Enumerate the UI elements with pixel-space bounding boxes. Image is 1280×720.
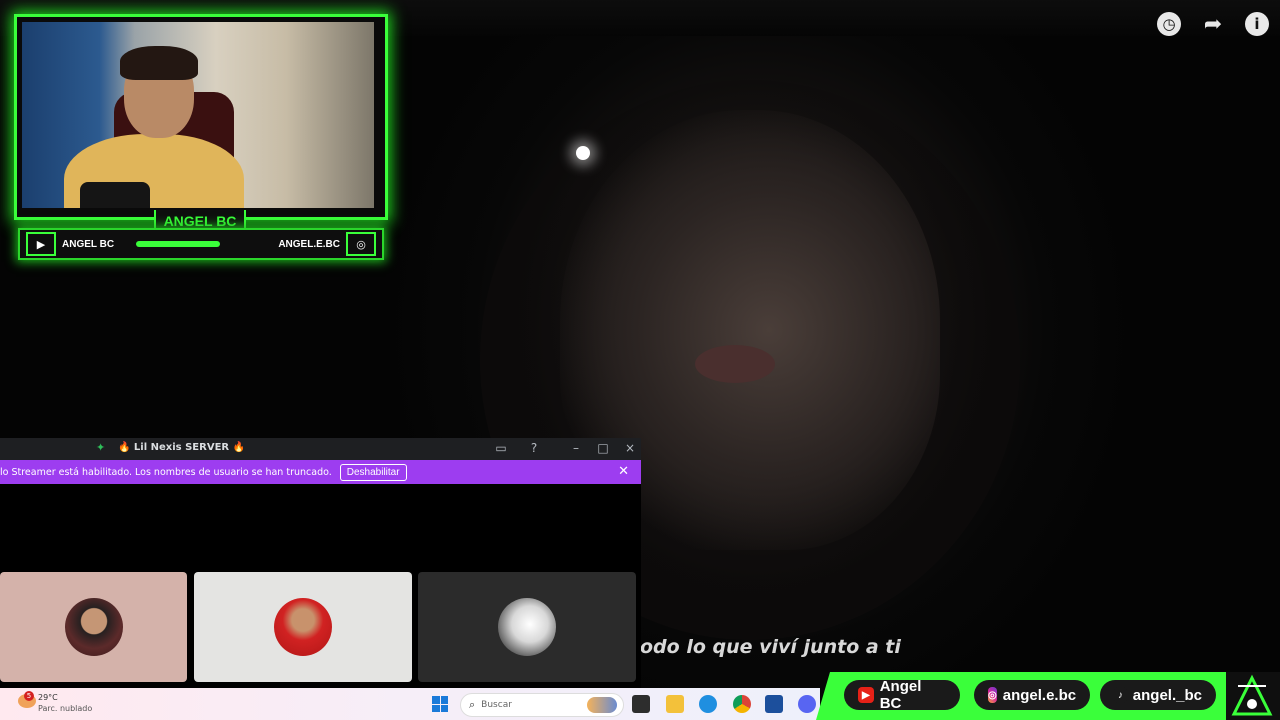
search-icon: ⌕	[469, 698, 476, 711]
social-tiktok: ♪ angel._bc	[1100, 680, 1216, 710]
watch-later-icon[interactable]: ◷	[1157, 12, 1181, 36]
participant-avatar	[498, 598, 556, 656]
disable-streamer-mode-button[interactable]: Deshabilitar	[339, 463, 407, 481]
windows-start-icon[interactable]	[432, 696, 448, 712]
weather-description[interactable]: Parc. nublado	[38, 704, 92, 713]
webcam-overlay: ANGEL BC ▶ ANGEL BC ANGEL.E.BC ◎	[14, 14, 388, 260]
social-instagram: ◎ angel.e.bc	[974, 680, 1090, 710]
close-icon[interactable]: ×	[620, 441, 640, 455]
share-icon[interactable]: ➦	[1201, 12, 1225, 37]
weather-temperature[interactable]: 29°C	[38, 693, 58, 702]
instagram-icon: ◎	[346, 232, 376, 256]
chrome-icon[interactable]	[733, 695, 751, 713]
instagram-handle: angel.e.bc	[1002, 686, 1077, 704]
edge-icon[interactable]	[699, 695, 717, 713]
instagram-icon: ◎	[988, 687, 997, 703]
video-subtitle: odo lo que viví junto a ti	[640, 636, 901, 658]
banner-close-icon[interactable]: ✕	[618, 464, 629, 479]
microphone	[80, 182, 150, 208]
discord-window[interactable]: ✦ 🔥 Lil Nexis SERVER 🔥 ▭ ? – □ × lo Stre…	[0, 438, 641, 688]
windows-taskbar: 5 29°C Parc. nublado ⌕ Buscar	[0, 688, 820, 720]
weather-badge: 5	[24, 691, 34, 701]
store-icon[interactable]	[765, 695, 783, 713]
youtube-handle: Angel BC	[879, 678, 922, 712]
voice-participant-tile[interactable]	[418, 572, 636, 682]
inbox-icon[interactable]: ▭	[491, 441, 511, 455]
search-highlight-icon	[587, 697, 617, 713]
discord-icon[interactable]	[798, 695, 816, 713]
webcam-youtube-handle: ANGEL BC	[62, 238, 115, 250]
social-media-bar: ▶ Angel BC ◎ angel.e.bc ♪ angel._bc	[816, 672, 1280, 720]
maximize-icon[interactable]: □	[593, 441, 613, 455]
server-icon: ✦	[96, 441, 106, 454]
participant-avatar	[64, 598, 123, 656]
discord-title-bar[interactable]: ✦ 🔥 Lil Nexis SERVER 🔥 ▭ ? – □ ×	[0, 438, 641, 460]
youtube-icon: ▶	[858, 687, 874, 703]
video-top-controls: ◷ ➦ i	[1157, 12, 1269, 37]
info-icon[interactable]: i	[1245, 12, 1269, 36]
participant-avatar	[274, 598, 332, 656]
social-youtube: ▶ Angel BC	[844, 678, 960, 712]
webcam-social-bar: ▶ ANGEL BC ANGEL.E.BC ◎	[18, 228, 384, 260]
minimize-icon[interactable]: –	[566, 441, 586, 455]
voice-participant-tile[interactable]	[194, 572, 412, 682]
taskbar-search[interactable]: ⌕ Buscar	[460, 693, 624, 717]
youtube-icon: ▶	[26, 232, 56, 256]
banner-text: lo Streamer está habilitado. Los nombres…	[0, 466, 332, 478]
video-frame-lips	[695, 345, 775, 383]
help-icon[interactable]: ?	[524, 441, 544, 455]
webcam-feed	[22, 22, 374, 208]
webcam-accent-bar	[136, 241, 221, 247]
webcam-instagram-handle: ANGEL.E.BC	[278, 238, 340, 250]
file-explorer-icon[interactable]	[666, 695, 684, 713]
channel-logo	[1231, 674, 1273, 716]
video-light-spot	[576, 146, 590, 160]
streamer	[64, 46, 244, 208]
voice-participant-tile[interactable]	[0, 572, 187, 682]
search-placeholder: Buscar	[481, 700, 512, 710]
server-title: 🔥 Lil Nexis SERVER 🔥	[118, 442, 246, 453]
streamer-mode-banner: lo Streamer está habilitado. Los nombres…	[0, 460, 641, 484]
tiktok-handle: angel._bc	[1132, 686, 1202, 704]
task-view-icon[interactable]	[632, 695, 650, 713]
tiktok-icon: ♪	[1114, 687, 1127, 703]
